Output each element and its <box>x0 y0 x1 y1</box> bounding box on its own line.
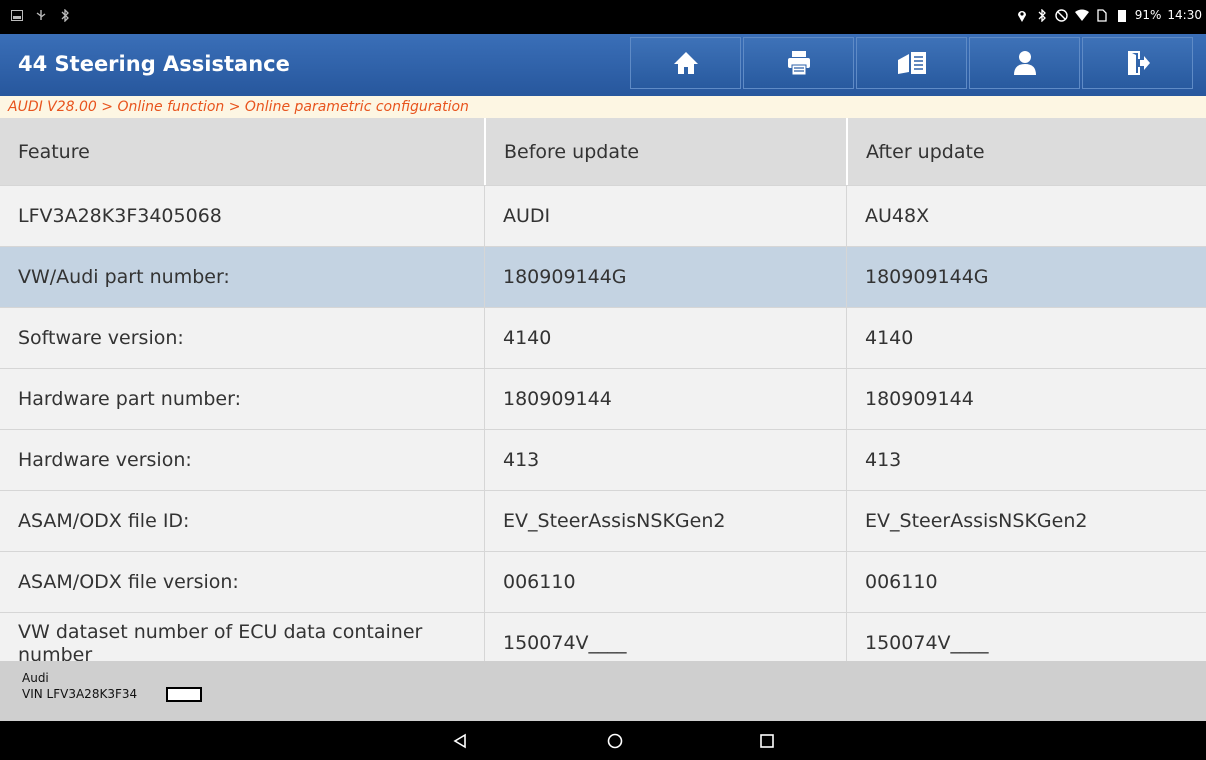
breadcrumb: AUDI V28.00 > Online function > Online p… <box>0 96 1206 118</box>
home-icon <box>673 52 698 74</box>
redaction-box <box>166 687 202 702</box>
after-update-cell: EV_SteerAssisNSKGen2 <box>846 491 1206 551</box>
before-update-cell: 006110 <box>484 552 846 612</box>
bluetooth-icon <box>1035 8 1049 22</box>
table-row[interactable]: Hardware version: 413 413 <box>0 430 1206 491</box>
vehicle-info-footer: Audi VIN LFV3A28K3F34 <box>0 661 1206 721</box>
table-header: Feature Before update After update <box>0 118 1206 186</box>
page-title: 44 Steering Assistance <box>18 52 290 76</box>
column-header-after-update: After update <box>846 118 1206 185</box>
home-nav-button[interactable] <box>603 729 627 753</box>
report-button[interactable] <box>856 37 967 89</box>
vehicle-make: Audi <box>22 671 49 685</box>
exit-button[interactable] <box>1082 37 1193 89</box>
before-update-cell: EV_SteerAssisNSKGen2 <box>484 491 846 551</box>
before-update-cell: 180909144 <box>484 369 846 429</box>
back-icon <box>453 733 466 749</box>
after-update-cell: 006110 <box>846 552 1206 612</box>
before-update-cell: 413 <box>484 430 846 490</box>
feature-cell: Hardware part number: <box>18 388 241 410</box>
before-update-cell: 4140 <box>484 308 846 368</box>
system-nav-bar <box>0 721 1206 760</box>
column-header-feature: Feature <box>18 140 90 163</box>
sim-icon <box>1095 8 1109 22</box>
after-update-cell: AU48X <box>846 186 1206 246</box>
data-table: Feature Before update After update LFV3A… <box>0 118 1206 673</box>
report-icon <box>897 52 926 74</box>
recents-button[interactable] <box>755 729 779 753</box>
battery-percent: 91% <box>1134 8 1162 22</box>
clock: 14:30 <box>1167 8 1202 22</box>
exit-icon <box>1127 51 1150 75</box>
feature-cell: Hardware version: <box>18 449 192 471</box>
feature-cell: LFV3A28K3F3405068 <box>18 205 222 227</box>
feature-cell: VW/Audi part number: <box>18 266 230 288</box>
toolbar <box>630 37 1195 89</box>
table-row-selected[interactable]: VW/Audi part number: 180909144G 18090914… <box>0 247 1206 308</box>
wifi-icon <box>1074 8 1089 22</box>
vehicle-vin: VIN LFV3A28K3F34 <box>22 687 138 701</box>
bluetooth-icon <box>58 8 72 22</box>
circle-home-icon <box>607 733 623 749</box>
user-button[interactable] <box>969 37 1080 89</box>
table-row[interactable]: Software version: 4140 4140 <box>0 308 1206 369</box>
table-row[interactable]: LFV3A28K3F3405068 AUDI AU48X <box>0 186 1206 247</box>
before-update-cell: AUDI <box>484 186 846 246</box>
feature-cell: ASAM/ODX file version: <box>18 571 239 593</box>
after-update-cell: 180909144 <box>846 369 1206 429</box>
after-update-cell: 4140 <box>846 308 1206 368</box>
user-icon <box>1013 51 1036 75</box>
usb-icon <box>34 8 48 22</box>
before-update-cell: 180909144G <box>484 247 846 307</box>
table-row[interactable]: ASAM/ODX file ID: EV_SteerAssisNSKGen2 E… <box>0 491 1206 552</box>
screenshot-icon <box>10 8 24 22</box>
recents-icon <box>760 734 774 748</box>
feature-cell: Software version: <box>18 327 184 349</box>
print-button[interactable] <box>743 37 854 89</box>
table-row[interactable]: ASAM/ODX file version: 006110 006110 <box>0 552 1206 613</box>
column-header-before-update: Before update <box>484 118 846 185</box>
app-header: 44 Steering Assistance <box>0 34 1206 96</box>
table-row[interactable]: Hardware part number: 180909144 18090914… <box>0 369 1206 430</box>
print-icon <box>787 51 810 76</box>
back-button[interactable] <box>448 729 472 753</box>
status-bar: 91% 14:30 <box>0 0 1206 34</box>
battery-icon <box>1115 8 1129 22</box>
dnd-icon <box>1055 8 1069 22</box>
location-icon <box>1015 8 1029 22</box>
home-button[interactable] <box>630 37 741 89</box>
after-update-cell: 413 <box>846 430 1206 490</box>
after-update-cell: 180909144G <box>846 247 1206 307</box>
feature-cell: ASAM/ODX file ID: <box>18 510 190 532</box>
